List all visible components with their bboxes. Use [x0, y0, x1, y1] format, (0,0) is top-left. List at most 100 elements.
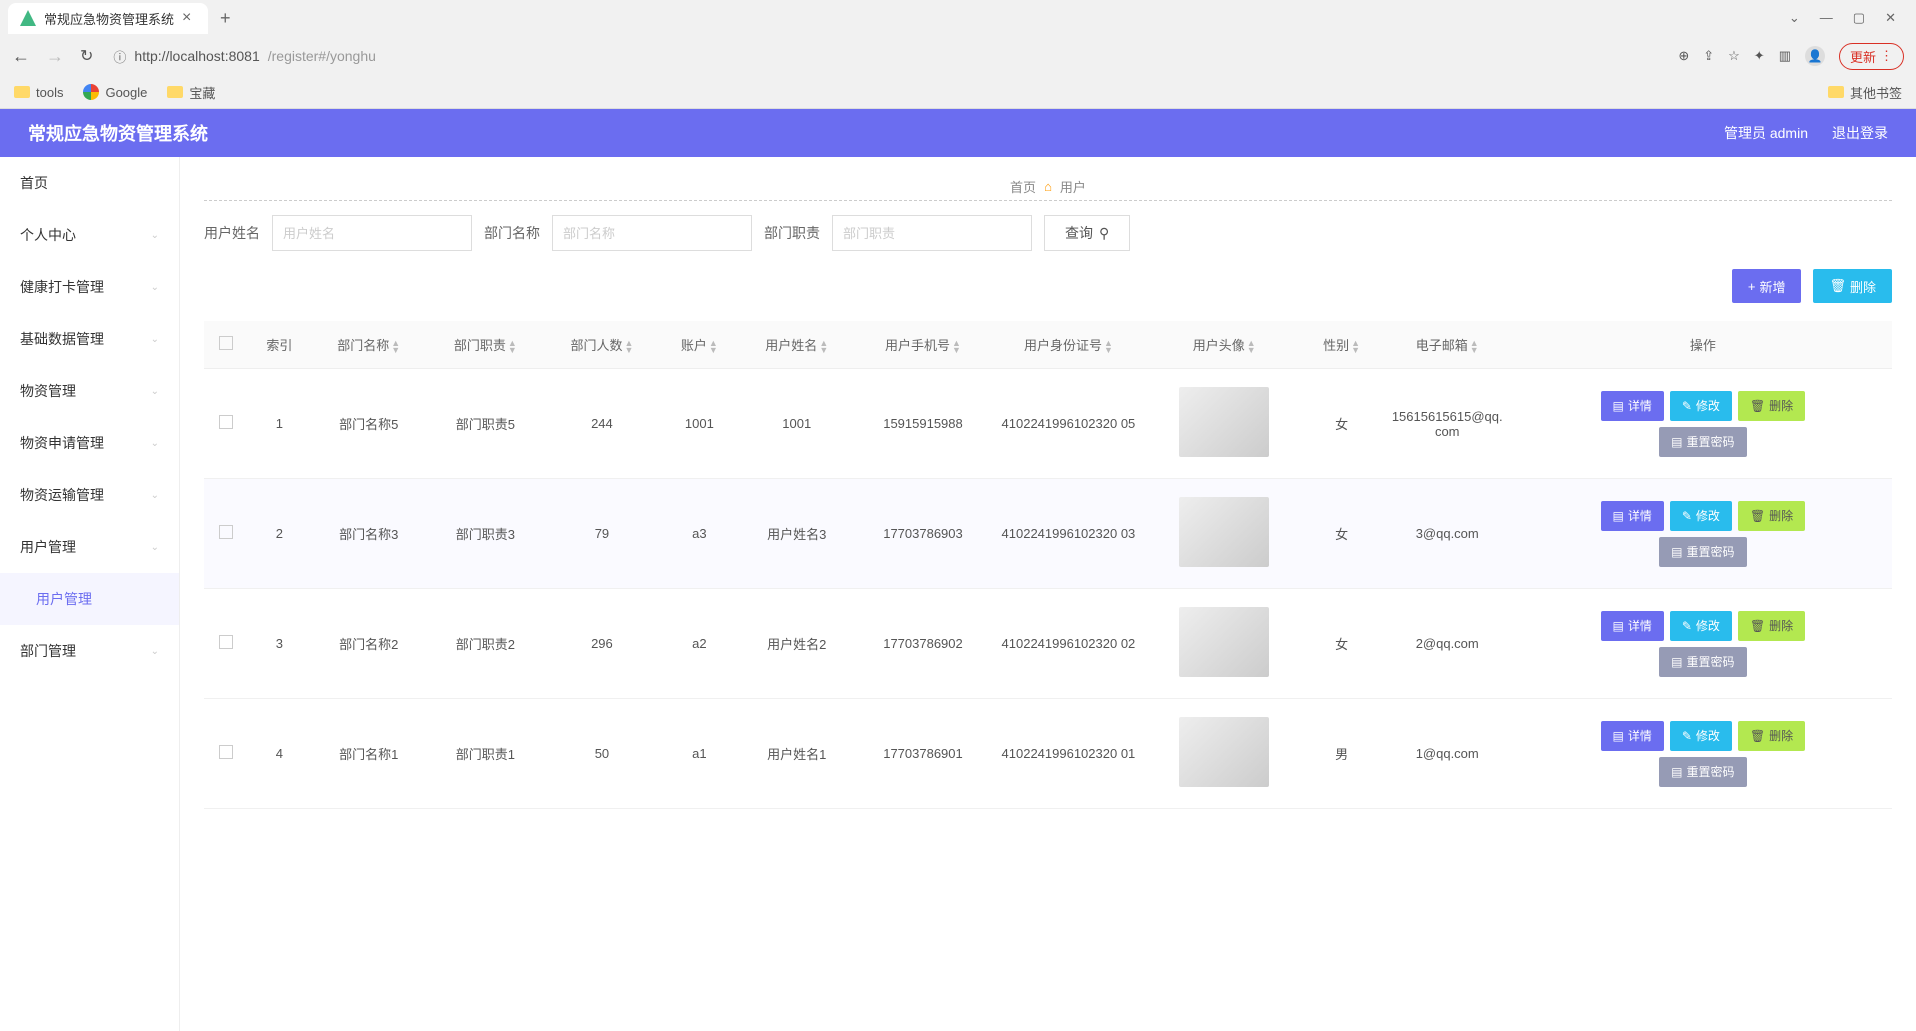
col-dept-name[interactable]: 部门名称▲▼	[310, 321, 427, 369]
sidebar-item-apply[interactable]: 物资申请管理⌄	[0, 417, 179, 469]
row-checkbox[interactable]	[219, 415, 233, 429]
url-host: http://localhost:8081	[134, 48, 259, 64]
address-bar: ← → ↻ ⓘ http://localhost:8081/register#/…	[0, 36, 1916, 76]
reset-password-button[interactable]: ▤重置密码	[1659, 647, 1746, 677]
extensions-icon[interactable]: ✦	[1754, 48, 1765, 64]
sort-icon: ▲▼	[508, 340, 517, 354]
checkbox-all[interactable]	[219, 336, 233, 350]
url-field[interactable]: ⓘ http://localhost:8081/register#/yonghu	[105, 41, 1666, 71]
plus-icon: +	[1748, 279, 1756, 294]
cell-idno: 4102241996102320 03	[991, 479, 1146, 589]
sidebar-item-usermgmt-sub[interactable]: 用户管理	[0, 573, 179, 625]
bookmark-tools[interactable]: tools	[14, 85, 63, 100]
cell-duty: 部门职责3	[427, 479, 544, 589]
share-icon[interactable]: ⇪	[1703, 48, 1714, 64]
edit-icon: ✎	[1682, 619, 1692, 633]
browser-tab[interactable]: 常规应急物资管理系统 ×	[8, 3, 208, 34]
col-checkbox[interactable]	[204, 321, 248, 369]
breadcrumb: 首页 ⌂ 用户	[204, 173, 1892, 201]
sidebar-item-material[interactable]: 物资管理⌄	[0, 365, 179, 417]
back-icon[interactable]: ←	[12, 46, 30, 67]
row-delete-button[interactable]: 🗑删除	[1738, 721, 1805, 751]
edit-button[interactable]: ✎修改	[1670, 391, 1732, 421]
reload-icon[interactable]: ↻	[80, 46, 93, 67]
minimize-icon[interactable]: —	[1820, 10, 1833, 26]
sidebar-item-health[interactable]: 健康打卡管理⌄	[0, 261, 179, 313]
sidebar-item-usermgmt[interactable]: 用户管理⌄	[0, 521, 179, 573]
star-icon[interactable]: ☆	[1728, 48, 1740, 64]
bookmark-baozang[interactable]: 宝藏	[167, 83, 215, 102]
url-path: /register#/yonghu	[268, 48, 376, 64]
folder-icon	[167, 86, 183, 98]
col-id-no[interactable]: 用户身份证号▲▼	[991, 321, 1146, 369]
bookmark-other[interactable]: 其他书签	[1828, 83, 1902, 102]
zoom-icon[interactable]: ⊕	[1678, 48, 1689, 64]
cell-index: 3	[248, 589, 310, 699]
search-dept-label: 部门名称	[484, 223, 540, 243]
row-delete-button[interactable]: 🗑删除	[1738, 611, 1805, 641]
row-checkbox[interactable]	[219, 635, 233, 649]
cell-gender: 女	[1303, 369, 1381, 479]
detail-button[interactable]: ▤详情	[1601, 721, 1664, 751]
query-button[interactable]: 查询⚲	[1044, 215, 1130, 251]
sidebar-item-transport[interactable]: 物资运输管理⌄	[0, 469, 179, 521]
sidebar-item-home[interactable]: 首页	[0, 157, 179, 209]
edit-button[interactable]: ✎修改	[1670, 611, 1732, 641]
col-account[interactable]: 账户▲▼	[660, 321, 738, 369]
col-dept-duty[interactable]: 部门职责▲▼	[427, 321, 544, 369]
search-name-input[interactable]	[272, 215, 472, 251]
row-checkbox[interactable]	[219, 745, 233, 759]
cell-idno: 4102241996102320 05	[991, 369, 1146, 479]
col-avatar[interactable]: 用户头像▲▼	[1146, 321, 1303, 369]
col-email[interactable]: 电子邮箱▲▼	[1381, 321, 1514, 369]
detail-button[interactable]: ▤详情	[1601, 391, 1664, 421]
edit-button[interactable]: ✎修改	[1670, 721, 1732, 751]
current-user[interactable]: 管理员 admin	[1724, 123, 1808, 143]
maximize-icon[interactable]: ▢	[1853, 10, 1865, 26]
cell-gender: 女	[1303, 479, 1381, 589]
col-phone[interactable]: 用户手机号▲▼	[855, 321, 991, 369]
app-header: 常规应急物资管理系统 管理员 admin 退出登录	[0, 109, 1916, 157]
cell-dept: 部门名称5	[310, 369, 427, 479]
breadcrumb-home[interactable]: 首页	[1010, 177, 1036, 196]
edit-button[interactable]: ✎修改	[1670, 501, 1732, 531]
info-icon[interactable]: ⓘ	[113, 47, 126, 66]
row-checkbox[interactable]	[219, 525, 233, 539]
row-delete-button[interactable]: 🗑删除	[1738, 501, 1805, 531]
chevron-down-icon[interactable]: ⌄	[1789, 10, 1800, 26]
reset-password-button[interactable]: ▤重置密码	[1659, 757, 1746, 787]
col-index: 索引	[248, 321, 310, 369]
cell-count: 244	[544, 369, 661, 479]
reset-password-button[interactable]: ▤重置密码	[1659, 537, 1746, 567]
sidebar-item-deptmgmt[interactable]: 部门管理⌄	[0, 625, 179, 677]
close-tab-icon[interactable]: ×	[182, 9, 191, 27]
cell-count: 79	[544, 479, 661, 589]
cell-name: 用户姓名1	[738, 699, 855, 809]
new-tab-button[interactable]: +	[208, 8, 243, 29]
avatar-image	[1179, 387, 1269, 457]
detail-button[interactable]: ▤详情	[1601, 611, 1664, 641]
google-icon	[83, 84, 99, 100]
close-window-icon[interactable]: ✕	[1885, 10, 1896, 26]
sort-icon: ▲▼	[1470, 340, 1479, 354]
detail-button[interactable]: ▤详情	[1601, 501, 1664, 531]
update-button[interactable]: 更新 ⋮	[1839, 43, 1904, 70]
col-gender[interactable]: 性别▲▼	[1303, 321, 1381, 369]
logout-link[interactable]: 退出登录	[1832, 123, 1888, 143]
add-button[interactable]: +新增	[1732, 269, 1802, 303]
sidebar-item-basedata[interactable]: 基础数据管理⌄	[0, 313, 179, 365]
profile-icon[interactable]: 👤	[1805, 46, 1825, 66]
trash-icon: 🗑	[1750, 619, 1765, 633]
col-dept-count[interactable]: 部门人数▲▼	[544, 321, 661, 369]
reset-password-button[interactable]: ▤重置密码	[1659, 427, 1746, 457]
chevron-down-icon: ⌄	[151, 490, 159, 501]
cell-duty: 部门职责1	[427, 699, 544, 809]
bookmark-google[interactable]: Google	[83, 84, 147, 100]
delete-button[interactable]: 🗑删除	[1813, 269, 1892, 303]
side-panel-icon[interactable]: ▥	[1779, 48, 1791, 64]
row-delete-button[interactable]: 🗑删除	[1738, 391, 1805, 421]
search-duty-input[interactable]	[832, 215, 1032, 251]
col-user-name[interactable]: 用户姓名▲▼	[738, 321, 855, 369]
sidebar-item-personal[interactable]: 个人中心⌄	[0, 209, 179, 261]
search-dept-input[interactable]	[552, 215, 752, 251]
